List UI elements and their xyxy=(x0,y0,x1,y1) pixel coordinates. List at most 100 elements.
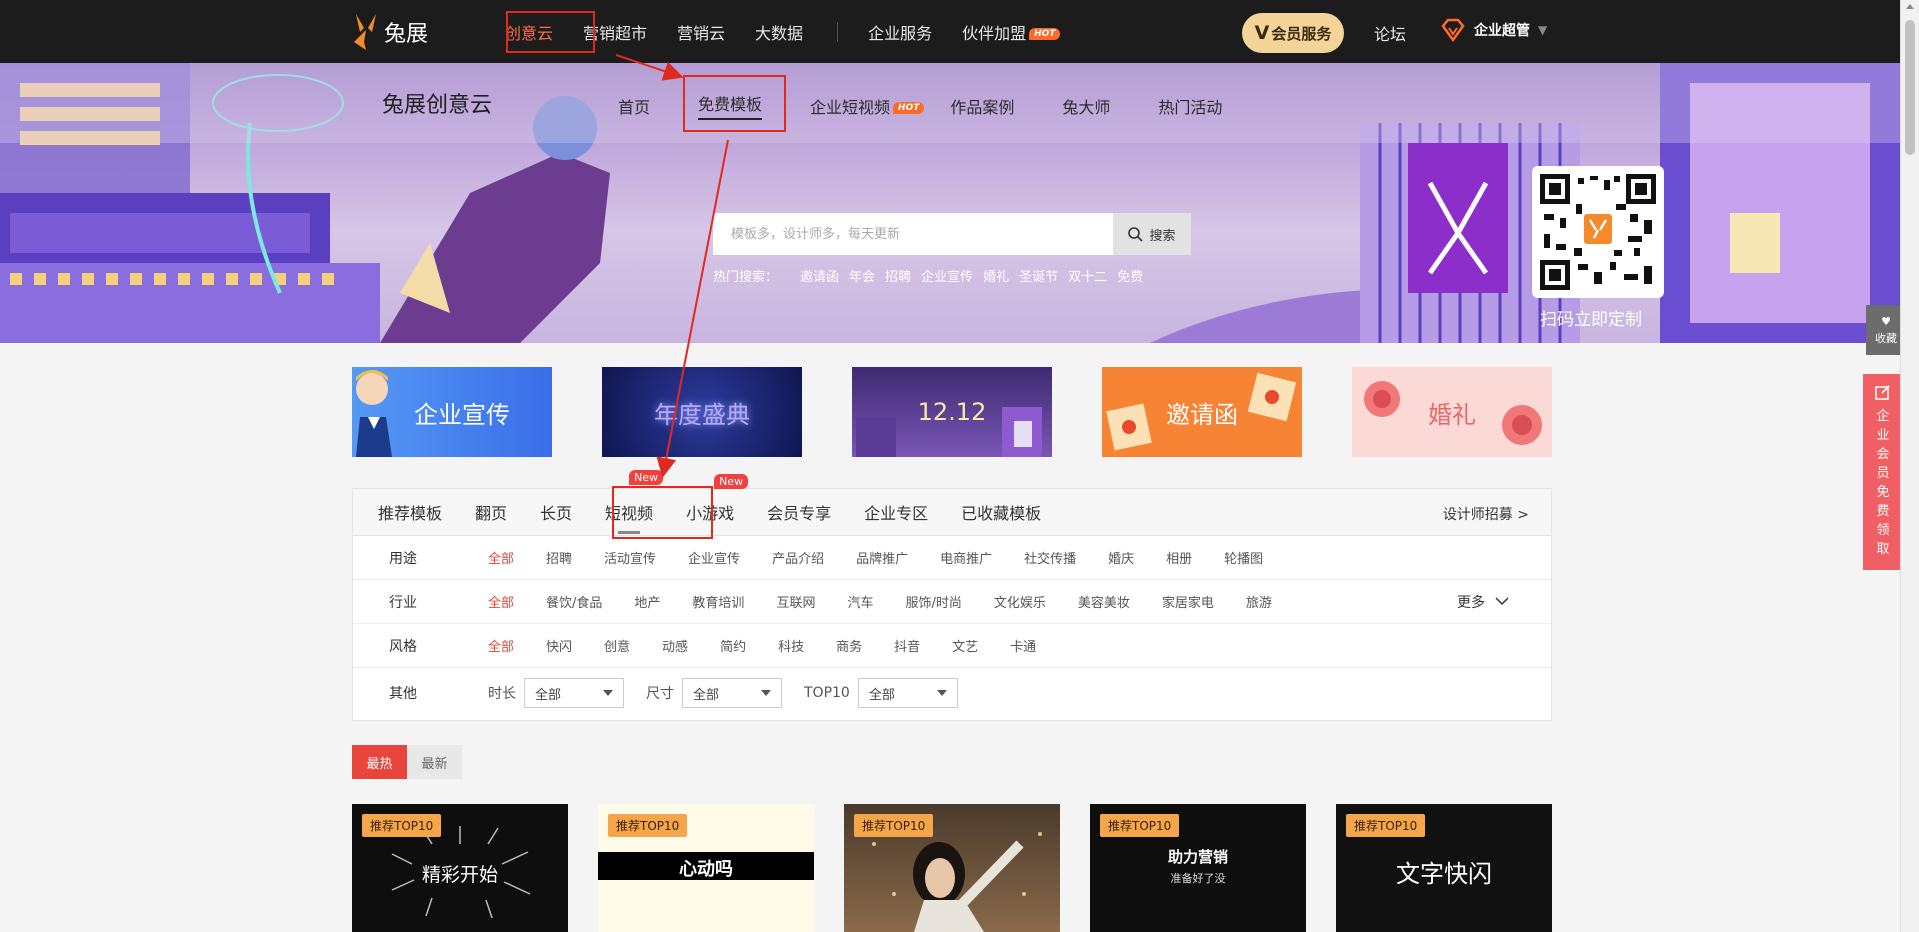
category-annual-gala[interactable]: 年度盛典 xyxy=(602,367,802,457)
filter-option[interactable]: 动感 xyxy=(662,636,688,655)
vertical-char: 免 xyxy=(1876,485,1890,500)
template-card[interactable]: 推荐TOP10 助力营销 准备好了没 xyxy=(1090,804,1306,932)
filter-option[interactable]: 科技 xyxy=(778,636,804,655)
caret-down-icon xyxy=(936,690,947,696)
category-enterprise-promo[interactable]: 企业宣传 xyxy=(352,367,552,457)
tab-flip[interactable]: 翻页 xyxy=(475,500,507,524)
designer-recruit-link[interactable]: 设计师招募 > xyxy=(1443,504,1529,524)
filter-option[interactable]: 社交传播 xyxy=(1024,548,1076,567)
template-card[interactable]: 推荐TOP10 xyxy=(844,804,1060,932)
template-card[interactable]: 推荐TOP10 文字快闪 xyxy=(1336,804,1552,932)
filter-option[interactable]: 婚庆 xyxy=(1108,548,1134,567)
topnav-item-marketing-market[interactable]: 营销超市 xyxy=(583,20,647,44)
new-badge: New xyxy=(714,474,749,489)
search-bar: 搜索 xyxy=(713,213,1191,255)
more-filter-button[interactable]: 更多 xyxy=(1457,592,1509,612)
template-card[interactable]: 推荐TOP10 精彩开始 xyxy=(352,804,568,932)
tab-enterprise-zone[interactable]: 企业专区 xyxy=(864,500,928,524)
tab-recommended[interactable]: 推荐模板 xyxy=(378,500,442,524)
qr-caption: 扫码立即定制 xyxy=(1540,310,1642,330)
partner-label: 伙伴加盟 xyxy=(962,23,1027,43)
subnav-item-free-templates[interactable]: 免费模板 xyxy=(698,91,763,120)
top10-select[interactable]: 全部 xyxy=(857,678,958,708)
filter-option[interactable]: 全部 xyxy=(488,592,514,611)
filter-option[interactable]: 招聘 xyxy=(546,548,572,567)
filter-option[interactable]: 快闪 xyxy=(546,636,572,655)
scroll-up-arrow-icon[interactable] xyxy=(1906,4,1914,9)
category-label: 婚礼 xyxy=(1428,400,1476,429)
subnav-item-cases[interactable]: 作品案例 xyxy=(950,94,1014,118)
filter-option[interactable]: 服饰/时尚 xyxy=(905,592,961,611)
subnav-item-master[interactable]: 兔大师 xyxy=(1062,94,1110,118)
search-input[interactable] xyxy=(713,213,1113,255)
filter-option[interactable]: 活动宣传 xyxy=(604,548,656,567)
hot-term[interactable]: 免费 xyxy=(1117,266,1143,285)
hot-term[interactable]: 招聘 xyxy=(885,266,911,285)
sort-hot-button[interactable]: 最热 xyxy=(352,745,407,779)
topnav-item-marketing-cloud[interactable]: 营销云 xyxy=(677,20,725,44)
filter-option[interactable]: 教育培训 xyxy=(692,592,744,611)
topnav-item-partner[interactable]: 伙伴加盟 HOT xyxy=(962,20,1061,44)
category-invitation[interactable]: 邀请函 xyxy=(1102,367,1302,457)
enterprise-member-free-button[interactable]: 企 业 会 员 免 费 领 取 xyxy=(1863,374,1903,570)
filter-option[interactable]: 全部 xyxy=(488,636,514,655)
hot-term[interactable]: 双十二 xyxy=(1068,266,1107,285)
enterprise-admin-menu[interactable]: 企业超管 ▼ xyxy=(1440,18,1547,42)
filter-option[interactable]: 轮播图 xyxy=(1224,548,1263,567)
filter-option[interactable]: 餐饮/食品 xyxy=(546,592,602,611)
hot-term[interactable]: 婚礼 xyxy=(983,266,1009,285)
subnav-item-enterprise-video[interactable]: 企业短视频 HOT xyxy=(810,94,925,118)
filter-option[interactable]: 文化娱乐 xyxy=(994,592,1046,611)
logo[interactable]: 兔展 xyxy=(352,12,428,52)
category-wedding[interactable]: 婚礼 xyxy=(1352,367,1552,457)
tab-short-video[interactable]: 短视频 New xyxy=(605,470,664,524)
filter-option[interactable]: 文艺 xyxy=(952,636,978,655)
forum-link[interactable]: 论坛 xyxy=(1374,21,1406,45)
caret-down-icon xyxy=(603,690,613,696)
card-title: 精彩开始 xyxy=(421,864,498,886)
filter-option[interactable]: 美容美妆 xyxy=(1078,592,1130,611)
topnav-item-big-data[interactable]: 大数据 xyxy=(755,20,803,44)
search-button[interactable]: 搜索 xyxy=(1113,213,1191,255)
vertical-scrollbar[interactable] xyxy=(1900,0,1919,932)
filter-option[interactable]: 家居家电 xyxy=(1162,592,1214,611)
subnav-item-home[interactable]: 首页 xyxy=(618,94,650,118)
topnav-item-enterprise-service[interactable]: 企业服务 xyxy=(868,20,932,44)
filter-option[interactable]: 产品介绍 xyxy=(772,548,824,567)
vertical-char: 取 xyxy=(1876,542,1890,557)
filter-option[interactable]: 卡通 xyxy=(1010,636,1036,655)
size-select[interactable]: 全部 xyxy=(682,678,782,708)
filter-option[interactable]: 汽车 xyxy=(847,592,873,611)
subnav-item-hot-events[interactable]: 热门活动 xyxy=(1158,94,1222,118)
hot-term[interactable]: 圣诞节 xyxy=(1019,266,1058,285)
duration-select[interactable]: 全部 xyxy=(524,678,624,708)
sort-new-button[interactable]: 最新 xyxy=(407,745,462,779)
filter-option[interactable]: 抖音 xyxy=(894,636,920,655)
hot-term[interactable]: 企业宣传 xyxy=(921,266,973,285)
hot-term[interactable]: 年会 xyxy=(849,266,875,285)
topnav-item-creative-cloud[interactable]: 创意云 xyxy=(505,20,553,44)
filter-option[interactable]: 简约 xyxy=(720,636,746,655)
filter-option[interactable]: 全部 xyxy=(488,548,514,567)
vip-service-button[interactable]: V 会员服务 xyxy=(1242,13,1344,53)
filter-option[interactable]: 商务 xyxy=(836,636,862,655)
tab-saved-templates[interactable]: 已收藏模板 xyxy=(961,500,1041,524)
filter-option[interactable]: 品牌推广 xyxy=(856,548,908,567)
filter-option[interactable]: 电商推广 xyxy=(940,548,992,567)
tab-mini-game[interactable]: 小游戏 New xyxy=(686,474,749,524)
tab-member-exclusive[interactable]: 会员专享 xyxy=(767,500,831,524)
filter-option[interactable]: 地产 xyxy=(634,592,660,611)
category-12-12[interactable]: 12.12 xyxy=(852,367,1052,457)
filter-option[interactable]: 企业宣传 xyxy=(688,548,740,567)
tab-long-page[interactable]: 长页 xyxy=(540,500,572,524)
filter-option[interactable]: 互联网 xyxy=(776,592,815,611)
hot-term[interactable]: 邀请函 xyxy=(800,266,839,285)
hot-badge: HOT xyxy=(1029,27,1061,40)
filter-option[interactable]: 相册 xyxy=(1166,548,1192,567)
category-label: 12.12 xyxy=(917,398,987,426)
vip-v-icon: V xyxy=(1254,22,1270,44)
filter-option[interactable]: 创意 xyxy=(604,636,630,655)
filter-option[interactable]: 旅游 xyxy=(1246,592,1272,611)
scrollbar-thumb[interactable] xyxy=(1905,20,1915,155)
template-card[interactable]: 推荐TOP10 心动吗 xyxy=(598,804,814,932)
